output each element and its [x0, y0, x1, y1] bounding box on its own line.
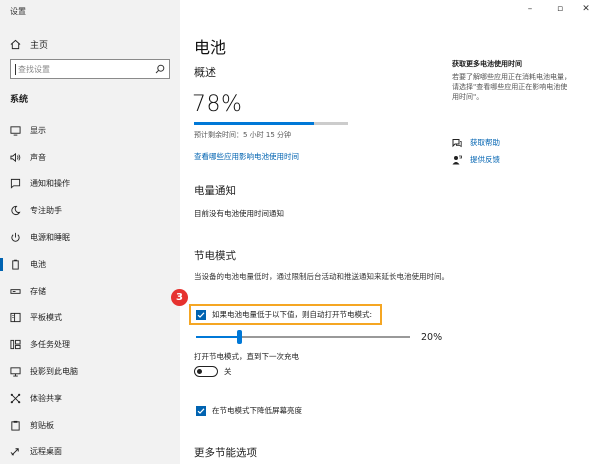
- sidebar-item-tablet-mode[interactable]: 平板模式: [0, 305, 180, 332]
- sidebar-item-notifications[interactable]: 通知和操作: [0, 171, 180, 198]
- search-box[interactable]: [10, 59, 170, 79]
- get-help-link[interactable]: 获取帮助: [452, 137, 500, 148]
- power-icon: [11, 232, 20, 242]
- sidebar-item-shared-experiences[interactable]: 体验共享: [0, 385, 180, 412]
- checkmark-icon: [197, 407, 205, 414]
- slider-thumb[interactable]: [236, 330, 242, 344]
- monitor-icon: [10, 126, 21, 136]
- home-nav-item[interactable]: 主页: [10, 38, 48, 51]
- slider-value: 20%: [421, 332, 443, 343]
- search-input[interactable]: [18, 64, 155, 74]
- slider-fill: [196, 336, 239, 338]
- checkmark-icon: [197, 311, 205, 318]
- feedback-person-icon: [452, 155, 462, 164]
- notify-heading: 电量通知: [194, 185, 236, 197]
- sidebar: 设置 主页 系统 显示 声音 通知和操作 专注助手 电源和睡眠: [0, 0, 180, 464]
- sidebar-item-display[interactable]: 显示: [0, 117, 180, 144]
- sidebar-item-power-sleep[interactable]: 电源和睡眠: [0, 224, 180, 251]
- sidebar-item-focus-assist[interactable]: 专注助手: [0, 197, 180, 224]
- battery-saver-description: 当设备的电池电量低时，通过限制后台活动和推送通知来延长电池使用时间。: [194, 272, 449, 281]
- maximize-button[interactable]: ▫: [550, 4, 570, 14]
- remote-desktop-icon: [10, 448, 19, 456]
- sidebar-item-label: 专注助手: [30, 206, 62, 216]
- saver-threshold-slider[interactable]: [196, 330, 410, 344]
- search-icon[interactable]: [155, 64, 165, 74]
- sidebar-item-multitasking[interactable]: 多任务处理: [0, 331, 180, 358]
- saver-toggle[interactable]: [194, 366, 218, 377]
- sidebar-item-label: 存储: [30, 286, 46, 296]
- minimize-button[interactable]: –: [520, 4, 540, 14]
- auto-saver-checkbox-row[interactable]: 如果电池电量低于以下值，则自动打开节电模式:: [196, 309, 372, 320]
- section-label-system: 系统: [10, 95, 29, 105]
- multitask-icon: [10, 340, 21, 350]
- lower-brightness-label: 在节电模式下降低屏幕亮度: [212, 406, 302, 415]
- see-apps-link[interactable]: 查看哪些应用影响电池使用时间: [194, 151, 299, 162]
- auto-saver-checkbox[interactable]: [196, 309, 206, 320]
- right-panel-title: 获取更多电池使用时间: [452, 60, 522, 68]
- sidebar-item-label: 显示: [30, 125, 46, 135]
- tablet-icon: [10, 313, 21, 323]
- clipboard-icon: [11, 420, 20, 431]
- sidebar-item-label: 体验共享: [30, 393, 62, 403]
- overview-heading: 概述: [194, 66, 216, 79]
- lower-brightness-checkbox[interactable]: [196, 405, 206, 416]
- feedback-label: 提供反馈: [470, 155, 500, 164]
- sidebar-item-label: 通知和操作: [30, 179, 70, 189]
- notification-icon: [10, 179, 21, 190]
- sidebar-item-sound[interactable]: 声音: [0, 144, 180, 171]
- close-button[interactable]: ✕: [576, 4, 596, 14]
- notify-text: 目前没有电池使用时间通知: [194, 209, 284, 218]
- battery-icon: [12, 259, 19, 270]
- window-title: 设置: [10, 7, 26, 16]
- get-help-label: 获取帮助: [470, 138, 500, 147]
- remaining-time-text: 预计剩余时间：5 小时 15 分钟: [194, 131, 292, 139]
- text-caret: [15, 63, 16, 75]
- sidebar-item-remote-desktop[interactable]: 远程桌面: [0, 439, 180, 464]
- right-panel-description: 若要了解哪些应用正在消耗电池电量，请选择"查看哪些应用正在影响电池使用时间"。: [452, 73, 571, 101]
- feedback-link[interactable]: 提供反馈: [452, 154, 500, 165]
- battery-level-fill: [194, 122, 315, 125]
- speaker-icon: [10, 152, 21, 162]
- projector-icon: [10, 367, 21, 377]
- storage-icon: [10, 288, 21, 294]
- sidebar-item-clipboard[interactable]: 剪贴板: [0, 412, 180, 439]
- sidebar-item-project-to-pc[interactable]: 投影到此电脑: [0, 358, 180, 385]
- home-label: 主页: [30, 41, 49, 51]
- lower-brightness-checkbox-row[interactable]: 在节电模式下降低屏幕亮度: [196, 405, 302, 416]
- sidebar-item-label: 远程桌面: [30, 447, 62, 457]
- toggle-state-label: 关: [224, 367, 232, 376]
- sidebar-item-label: 声音: [30, 152, 46, 162]
- sidebar-item-label: 剪贴板: [30, 420, 54, 430]
- help-chat-icon: [452, 138, 462, 147]
- battery-percent: 78%: [192, 92, 243, 117]
- until-charge-label: 打开节电模式，直到下一次充电: [194, 352, 299, 361]
- page-title: 电池: [194, 38, 227, 57]
- sidebar-item-label: 电源和睡眠: [30, 233, 70, 243]
- sidebar-nav: 显示 声音 通知和操作 专注助手 电源和睡眠 电池 存储 平板模式 多任务处理 …: [0, 117, 180, 464]
- battery-level-bar: [194, 122, 348, 125]
- sidebar-item-label: 电池: [30, 259, 46, 269]
- auto-saver-label: 如果电池电量低于以下值，则自动打开节电模式:: [212, 310, 373, 319]
- step-badge: 3: [171, 289, 188, 306]
- toggle-knob: [197, 368, 202, 374]
- moon-icon: [11, 206, 21, 216]
- sidebar-item-label: 投影到此电脑: [30, 367, 78, 377]
- sidebar-item-storage[interactable]: 存储: [0, 278, 180, 305]
- sidebar-item-battery[interactable]: 电池: [0, 251, 180, 278]
- home-icon: [10, 39, 21, 50]
- share-icon: [10, 393, 21, 404]
- sidebar-item-label: 平板模式: [30, 313, 62, 323]
- battery-saver-heading: 节电模式: [194, 250, 236, 262]
- sidebar-item-label: 多任务处理: [30, 340, 70, 350]
- more-options-heading: 更多节能选项: [194, 447, 257, 459]
